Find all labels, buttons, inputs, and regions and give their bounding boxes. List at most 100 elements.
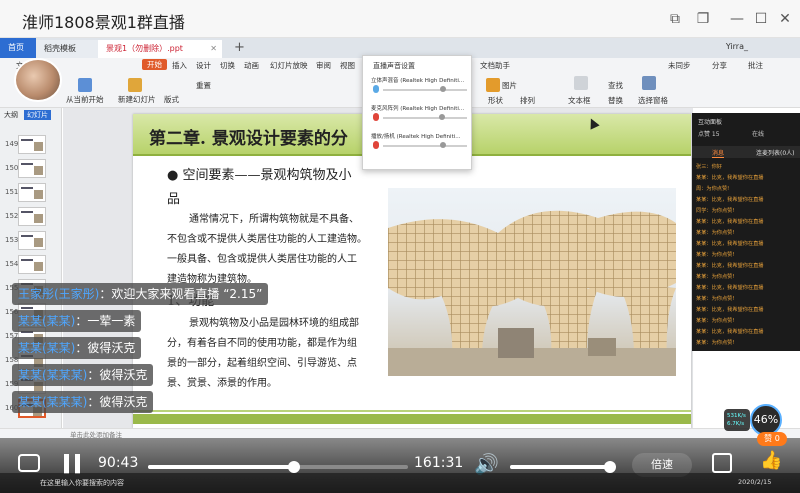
chat-message: 某某：比克，我希望你在直播 bbox=[696, 329, 764, 335]
total-time: 161:31 bbox=[414, 455, 464, 471]
arrange-button[interactable]: 排列 bbox=[520, 95, 535, 106]
slider-handle[interactable] bbox=[438, 114, 445, 120]
slide-thumbnail[interactable] bbox=[18, 135, 46, 154]
sound-device-label: 播放/扬机 (Realtek High Definiti... bbox=[371, 134, 461, 140]
close-icon[interactable]: ✕ bbox=[776, 10, 794, 28]
share-button[interactable]: 分享 bbox=[712, 60, 727, 71]
metropol-parasol-photo bbox=[388, 188, 676, 376]
share-icon[interactable] bbox=[712, 453, 732, 473]
danmaku-toggle-icon[interactable] bbox=[18, 454, 40, 472]
tab-messages[interactable]: 消息 bbox=[712, 148, 725, 158]
thumbnail-row[interactable]: 150 bbox=[0, 158, 62, 180]
menu-home[interactable]: 开始 bbox=[142, 59, 167, 70]
menu-docassist[interactable]: 文档助手 bbox=[480, 60, 510, 71]
slider-handle[interactable] bbox=[440, 142, 447, 148]
tab-home[interactable]: 首页 bbox=[0, 38, 36, 58]
tab-mic-list[interactable]: 连麦列表(0人) bbox=[756, 148, 795, 157]
tab-docer[interactable]: 稻壳模板 bbox=[36, 40, 98, 58]
picture-button[interactable]: 图片 bbox=[502, 80, 517, 91]
volume-slider[interactable] bbox=[383, 114, 467, 120]
find-button[interactable]: 查找 bbox=[608, 80, 623, 91]
reset-button[interactable]: 重置 bbox=[196, 80, 211, 91]
slide-thumbnail[interactable] bbox=[18, 183, 46, 202]
danmaku-text: ：彼得沃克 bbox=[87, 368, 148, 382]
selection-pane-button[interactable]: 选择窗格 bbox=[638, 95, 668, 106]
tab-slides[interactable]: 幻灯片 bbox=[24, 110, 51, 120]
new-tab-plus-icon[interactable]: + bbox=[234, 40, 245, 55]
chat-message: 某某：为你点赞! bbox=[696, 252, 735, 258]
chat-message: 某某：比克，我希望你在直播 bbox=[696, 307, 764, 313]
menu-review[interactable]: 审阅 bbox=[316, 60, 331, 71]
online-status: 在线 bbox=[752, 131, 765, 138]
para1-line: 不包含或不提供人类居住功能的人工建造物。 bbox=[167, 234, 367, 245]
slide-thumbnail[interactable] bbox=[18, 231, 46, 250]
volume-bar[interactable] bbox=[510, 461, 616, 473]
para1-line: 通常情况下，所谓构筑物就是不具备、 bbox=[189, 214, 359, 225]
slide-footer-band bbox=[133, 414, 691, 424]
pause-icon[interactable] bbox=[64, 454, 80, 474]
tab-ppt-file[interactable]: 景观1（勿删除）.ppt ✕ bbox=[98, 40, 222, 58]
thumb-number: 151 bbox=[5, 188, 19, 196]
menu-animation[interactable]: 动画 bbox=[244, 60, 259, 71]
chat-message: 某某：比克，我希望你在直播 bbox=[696, 197, 764, 203]
slider-handle[interactable] bbox=[440, 86, 447, 92]
textbox-icon bbox=[574, 76, 588, 90]
speaker-icon bbox=[373, 85, 379, 93]
tab-outline[interactable]: 大纲 bbox=[4, 110, 18, 120]
interaction-tabs: 消息 连麦列表(0人) bbox=[692, 146, 800, 158]
danmaku-text: ：一荤一素 bbox=[75, 314, 136, 328]
sound-row-stereo-mix: 立体声混音 (Realtek High Definiti... bbox=[369, 76, 469, 100]
slide-heading-line2: 品 bbox=[167, 192, 181, 207]
comment-button[interactable]: 批注 bbox=[748, 60, 763, 71]
thumbnail-row[interactable]: 149 bbox=[0, 134, 62, 156]
volume-slider[interactable] bbox=[383, 86, 467, 92]
danmaku-user: 某某(某某某) bbox=[18, 368, 88, 382]
slide-thumbnail[interactable] bbox=[18, 255, 46, 274]
textbox-button[interactable]: 文本框 bbox=[568, 95, 591, 106]
seek-handle[interactable] bbox=[288, 461, 301, 473]
tab-close-icon[interactable]: ✕ bbox=[210, 40, 217, 58]
parasol-structure-illustration bbox=[388, 210, 676, 376]
user-name[interactable]: Yirra_ bbox=[726, 42, 748, 51]
interaction-title: 互动面板 bbox=[698, 119, 723, 126]
thumb-number: 152 bbox=[5, 212, 19, 220]
new-slide-button[interactable]: 新建幻灯片 bbox=[118, 94, 156, 105]
replace-button[interactable]: 替换 bbox=[608, 95, 623, 106]
chat-message: 张三：你好 bbox=[696, 164, 722, 170]
slide-heading-line1: ● 空间要素——景观构筑物及小 bbox=[167, 168, 352, 183]
pip-icon[interactable]: ❐ bbox=[694, 10, 712, 28]
thumbnail-row[interactable]: 154 bbox=[0, 254, 62, 276]
menu-design[interactable]: 设计 bbox=[196, 60, 211, 71]
slide-title: 第二章. 景观设计要素的分 bbox=[149, 129, 348, 149]
taskbar-search-text[interactable]: 在这里输入你要搜索的内容 bbox=[40, 478, 124, 488]
chat-message: 某某：为你点赞! bbox=[696, 318, 735, 324]
thumbnail-row[interactable]: 151 bbox=[0, 182, 62, 204]
notes-bar: 单击此处添加备注 bbox=[0, 428, 800, 439]
danmaku-comment: 某某(某某某)：彼得沃克 bbox=[12, 391, 154, 413]
layout-button[interactable]: 版式 bbox=[164, 94, 179, 105]
play-from-current-button[interactable]: 从当前开始 bbox=[66, 94, 104, 105]
share-screen-icon[interactable]: ⧉ bbox=[666, 10, 684, 28]
current-time: 90:43 bbox=[98, 455, 139, 471]
shape-button[interactable]: 形状 bbox=[488, 95, 503, 106]
maximize-icon[interactable]: ☐ bbox=[752, 10, 770, 28]
volume-slider[interactable] bbox=[383, 142, 467, 148]
minimize-icon[interactable]: — bbox=[728, 10, 746, 28]
menu-slideshow[interactable]: 幻灯片放映 bbox=[270, 60, 308, 71]
danmaku-user: 某某(某某) bbox=[18, 314, 76, 328]
thumbnail-row[interactable]: 152 bbox=[0, 206, 62, 228]
menu-insert[interactable]: 插入 bbox=[172, 60, 187, 71]
seek-bar[interactable] bbox=[148, 461, 408, 473]
thumbs-up-icon[interactable]: 👍 bbox=[760, 450, 782, 471]
sync-status[interactable]: 未同步 bbox=[668, 60, 691, 71]
volume-handle[interactable] bbox=[603, 461, 616, 473]
slide-thumbnail[interactable] bbox=[18, 207, 46, 226]
chat-message: 某某：比克，我希望你在直播 bbox=[696, 263, 764, 269]
slide-thumbnail[interactable] bbox=[18, 159, 46, 178]
menu-view[interactable]: 视图 bbox=[340, 60, 355, 71]
para2-line: 分，有着各自不同的使用功能，都是作为组 bbox=[167, 338, 357, 349]
thumbnail-row[interactable]: 153 bbox=[0, 230, 62, 252]
selection-pane-icon bbox=[642, 76, 656, 90]
menu-transition[interactable]: 切换 bbox=[220, 60, 235, 71]
thumb-number: 149 bbox=[5, 140, 19, 148]
